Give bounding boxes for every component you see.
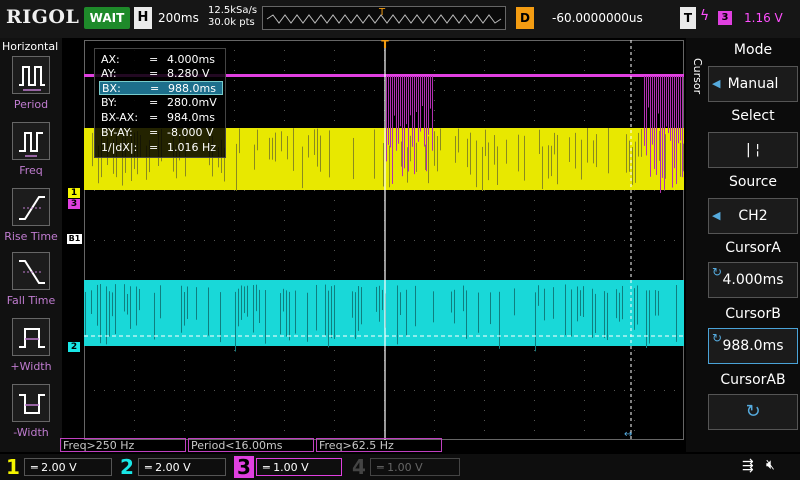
select-softkey[interactable]: | ¦ — [708, 132, 798, 168]
mode-value: Manual — [727, 76, 779, 92]
coupling-icon: ═ — [263, 461, 274, 474]
source-softkey[interactable]: ◀ CH2 — [708, 198, 798, 234]
select-value: | ¦ — [746, 142, 760, 158]
status-bar: RIGOL WAIT H 200ms 12.5kSa/s 30.0k pts T… — [0, 0, 800, 38]
trigger-source-badge: 3 — [718, 11, 732, 25]
measurement-result[interactable]: Freq>250 Hz — [60, 438, 186, 452]
measure-rise-time-button[interactable]: Rise Time — [0, 188, 62, 250]
channel-3-marker[interactable]: 3 — [68, 199, 80, 209]
measure-period-button[interactable]: Period — [0, 56, 62, 118]
cursor-menu: Cursor Mode ◀ Manual Select | ¦ Source ◀… — [686, 38, 800, 452]
timebase-label: H — [134, 7, 152, 29]
channel-1-marker[interactable]: 1 — [68, 188, 80, 198]
cursor-bx-ax-row: BX-AX: = 984.0ms — [101, 111, 215, 124]
measure-period-label: Period — [13, 98, 49, 111]
measure-fall-time-label: Fall Time — [6, 294, 56, 307]
memory-overview-bar: T — [262, 6, 506, 30]
timebase-value[interactable]: 200ms — [158, 11, 199, 25]
knob-icon: ↻ — [745, 401, 761, 422]
period-icon — [12, 56, 50, 94]
source-title: Source — [728, 174, 778, 190]
trigger-label: T — [680, 7, 696, 29]
cursorb-value: 988.0ms — [722, 338, 784, 354]
delay-label: D — [516, 7, 534, 29]
bus-1-marker[interactable]: B1 — [67, 234, 82, 244]
channel-3-number[interactable]: 3 — [234, 456, 254, 478]
measure-panel-title: Horizontal — [2, 40, 59, 53]
measure-freq-label: Freq — [19, 164, 43, 177]
rise-time-icon — [12, 188, 50, 226]
brand-logo: RIGOL — [6, 6, 80, 28]
cursor-by-ay-row: BY-AY: = -8.000 V — [101, 126, 214, 139]
usb-icon: ⇶ — [742, 458, 754, 474]
negative-width-icon — [12, 384, 50, 422]
cursorab-softkey[interactable]: ↻ — [708, 394, 798, 430]
measure-plus-width-label: +Width — [10, 360, 52, 373]
trigger-level[interactable]: 1.16 V — [744, 11, 783, 25]
channel-bar: 1 ═ 2.00 V 2 ═ 2.00 V 3 ═ 1.00 V 4 ═ 1.0… — [0, 454, 800, 480]
mode-title: Mode — [733, 42, 773, 58]
trigger-time-marker: T — [381, 38, 389, 51]
cursor-ax-row: AX: = 4.000ms — [101, 53, 215, 66]
measure-minus-width-button[interactable]: -Width — [0, 384, 62, 446]
cursora-title: CursorA — [725, 240, 781, 256]
channel-1-number[interactable]: 1 — [6, 456, 20, 478]
channel-4-scale[interactable]: ═ 1.00 V — [370, 458, 460, 476]
cycle-arrow-icon: ◀ — [712, 209, 721, 222]
cursor-bx-row: BX: = 988.0ms — [99, 81, 223, 95]
cursorb-softkey[interactable]: ↻ 988.0ms — [708, 328, 798, 364]
measurement-result[interactable]: Period<16.00ms — [188, 438, 314, 452]
cycle-arrow-icon: ◀ — [712, 77, 721, 90]
cursor-readout: AX: = 4.000ms AY: = 8.280 V BX: = 988.0ms BY: =… — [94, 48, 226, 158]
measure-rise-time-label: Rise Time — [4, 230, 58, 243]
cursor-ay-row: AY: = 8.280 V — [101, 67, 210, 80]
cursor-inv-dx-row: 1/|dX|: = 1.016 Hz — [101, 141, 217, 154]
trigger-position-marker: T — [379, 7, 386, 18]
measurement-result[interactable]: Freq>62.5 Hz — [316, 438, 442, 452]
positive-width-icon — [12, 318, 50, 356]
channel-4-number[interactable]: 4 — [352, 456, 366, 478]
source-value: CH2 — [738, 208, 768, 224]
cursor-menu-title: Cursor — [691, 58, 704, 95]
measure-panel: Horizontal Period Freq Rise Time Fall Ti… — [0, 38, 62, 452]
coupling-icon: ═ — [145, 461, 156, 474]
measure-freq-button[interactable]: Freq — [0, 122, 62, 184]
sample-rate: 12.5kSa/s — [208, 5, 258, 16]
rising-edge-icon: ϟ — [700, 8, 710, 24]
cursorab-title: CursorAB — [720, 372, 786, 388]
run-state-badge[interactable]: WAIT — [84, 7, 130, 29]
knob-icon: ↻ — [712, 265, 723, 279]
memory-depth: 30.0k pts — [208, 17, 255, 28]
measure-plus-width-button[interactable]: +Width — [0, 318, 62, 380]
cursora-value: 4.000ms — [722, 272, 784, 288]
channel-2-trace — [84, 280, 684, 352]
channel-2-number[interactable]: 2 — [120, 456, 134, 478]
delay-value[interactable]: -60.0000000us — [552, 11, 643, 25]
channel-1-scale[interactable]: ═ 2.00 V — [24, 458, 112, 476]
select-title: Select — [731, 108, 775, 124]
channel-2-scale[interactable]: ═ 2.00 V — [138, 458, 226, 476]
coupling-icon: ═ — [31, 461, 42, 474]
frequency-icon — [12, 122, 50, 160]
channel-3-scale[interactable]: ═ 1.00 V — [256, 458, 342, 476]
mode-softkey[interactable]: ◀ Manual — [708, 66, 798, 102]
measure-fall-time-button[interactable]: Fall Time — [0, 252, 62, 314]
horizontal-offset-icon: ↔ — [624, 429, 633, 440]
measure-minus-width-label: -Width — [13, 426, 49, 439]
fall-time-icon — [12, 252, 50, 290]
cursor-by-row: BY: = 280.0mV — [101, 96, 217, 109]
speaker-mute-icon[interactable]: 🔇︎ — [766, 457, 775, 473]
cursora-softkey[interactable]: ↻ 4.000ms — [708, 262, 798, 298]
coupling-icon: ═ — [377, 461, 388, 474]
channel-2-marker[interactable]: 2 — [68, 342, 80, 352]
knob-icon: ↻ — [712, 331, 723, 345]
cursorb-title: CursorB — [725, 306, 781, 322]
